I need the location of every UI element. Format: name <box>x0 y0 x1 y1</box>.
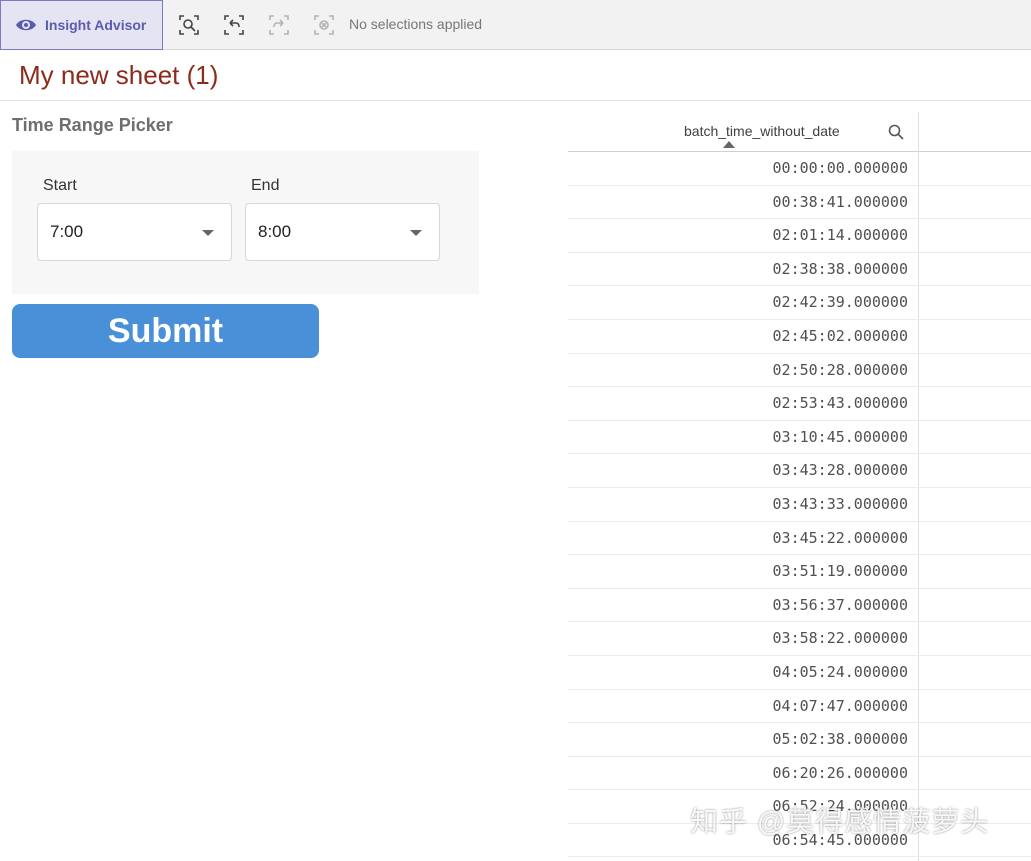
chevron-down-icon <box>202 230 214 236</box>
table-cell[interactable]: 00:00:00.000000 <box>568 159 908 177</box>
start-value: 7:00 <box>50 222 84 241</box>
table-cell[interactable]: 03:10:45.000000 <box>568 428 908 446</box>
table-row[interactable]: 05:02:38.000000 <box>568 723 1031 757</box>
table-cell[interactable]: 02:45:02.000000 <box>568 327 908 345</box>
end-value: 8:00 <box>258 222 292 241</box>
table-cell[interactable]: 02:38:38.000000 <box>568 260 908 278</box>
table-cell[interactable]: 00:38:41.000000 <box>568 193 908 211</box>
title-divider <box>0 100 1031 101</box>
selection-status: No selections applied <box>349 16 483 32</box>
sheet-title: My new sheet (1) <box>19 60 219 90</box>
table-row[interactable]: 00:00:00.000000 <box>568 152 1031 186</box>
start-select[interactable]: 7:00 <box>37 203 232 261</box>
table-row[interactable]: 04:07:47.000000 <box>568 690 1031 724</box>
clear-selections-icon[interactable] <box>312 13 336 37</box>
step-forward-icon[interactable] <box>267 13 291 37</box>
watermark: 知乎 @莫得感情菠萝头 <box>690 806 990 837</box>
table-cell[interactable]: 05:02:38.000000 <box>568 730 908 748</box>
start-label: Start <box>43 177 77 194</box>
eye-icon <box>16 19 36 31</box>
end-select[interactable]: 8:00 <box>245 203 440 261</box>
table-row[interactable]: 03:10:45.000000 <box>568 421 1031 455</box>
table-row[interactable]: 02:01:14.000000 <box>568 219 1031 253</box>
column-header[interactable]: batch_time_without_date <box>684 123 840 139</box>
table-row[interactable]: 03:43:33.000000 <box>568 488 1031 522</box>
table-cell[interactable]: 03:43:33.000000 <box>568 495 908 513</box>
table-cell[interactable]: 03:43:28.000000 <box>568 461 908 479</box>
end-label: End <box>251 177 280 194</box>
table-row[interactable]: 02:42:39.000000 <box>568 286 1031 320</box>
picker-title: Time Range Picker <box>12 115 173 135</box>
table-row[interactable]: 03:56:37.000000 <box>568 589 1031 623</box>
chevron-down-icon <box>410 230 422 236</box>
table-row[interactable]: 00:38:41.000000 <box>568 186 1031 220</box>
smart-search-icon[interactable] <box>177 13 201 37</box>
table-row[interactable]: 03:58:22.000000 <box>568 622 1031 656</box>
table-row[interactable]: 03:43:28.000000 <box>568 454 1031 488</box>
table-cell[interactable]: 04:05:24.000000 <box>568 663 908 681</box>
table-cell[interactable]: 02:42:39.000000 <box>568 293 908 311</box>
insight-advisor-label: Insight Advisor <box>45 17 147 33</box>
table-row[interactable]: 04:05:24.000000 <box>568 656 1031 690</box>
search-icon[interactable] <box>888 124 904 145</box>
table-row[interactable]: 02:53:43.000000 <box>568 387 1031 421</box>
table-cell[interactable]: 03:58:22.000000 <box>568 629 908 647</box>
table-row[interactable]: 02:50:28.000000 <box>568 354 1031 388</box>
table-row[interactable]: 06:20:26.000000 <box>568 757 1031 791</box>
table-cell[interactable]: 02:50:28.000000 <box>568 361 908 379</box>
table-cell[interactable]: 02:01:14.000000 <box>568 226 908 244</box>
table-header[interactable]: batch_time_without_date <box>568 112 1031 152</box>
table-row[interactable]: 02:38:38.000000 <box>568 253 1031 287</box>
table-cell[interactable]: 03:51:19.000000 <box>568 562 908 580</box>
table-cell[interactable]: 02:53:43.000000 <box>568 394 908 412</box>
table-row[interactable]: 03:45:22.000000 <box>568 522 1031 556</box>
toolbar: Insight Advisor No selections applied <box>0 0 1031 50</box>
table-cell[interactable]: 03:45:22.000000 <box>568 529 908 547</box>
insight-advisor-button[interactable]: Insight Advisor <box>0 0 163 50</box>
table-body: 00:00:00.000000 00:38:41.000000 02:01:14.0… <box>568 152 1031 858</box>
table-cell[interactable]: 06:20:26.000000 <box>568 764 908 782</box>
sort-ascending-icon[interactable] <box>723 141 735 148</box>
step-back-icon[interactable] <box>222 13 246 37</box>
table-cell[interactable]: 03:56:37.000000 <box>568 596 908 614</box>
table-row[interactable]: 02:45:02.000000 <box>568 320 1031 354</box>
table-row[interactable]: 03:51:19.000000 <box>568 555 1031 589</box>
submit-button[interactable]: Submit <box>12 304 319 358</box>
data-table: batch_time_without_date 00:00:00.000000 0… <box>568 112 1031 861</box>
table-cell[interactable]: 04:07:47.000000 <box>568 697 908 715</box>
